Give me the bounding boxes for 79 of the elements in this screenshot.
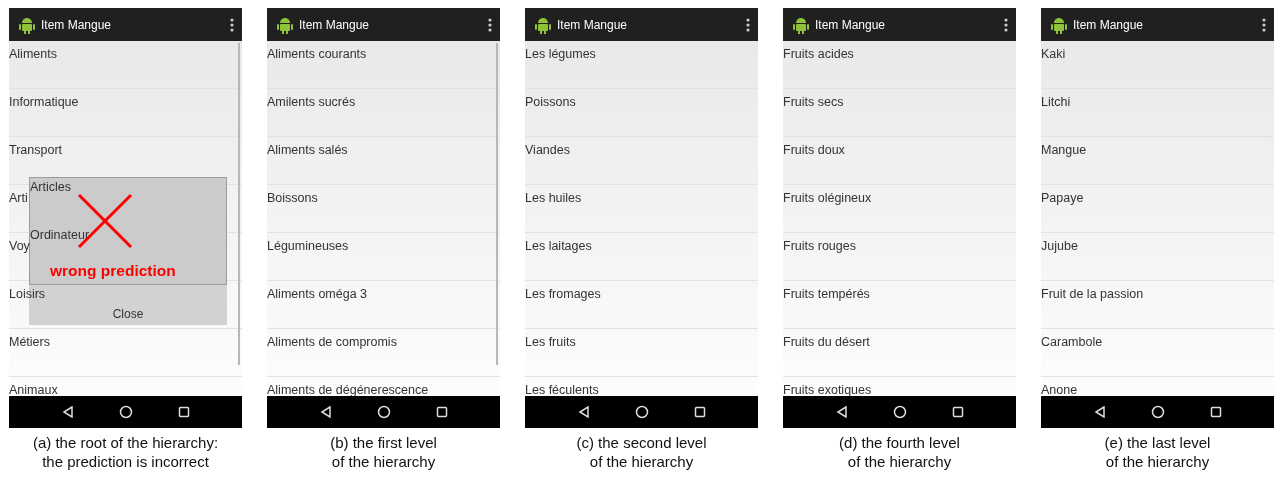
list-item[interactable]: Arti <box>9 191 28 205</box>
list-item[interactable]: Poissons <box>525 95 576 109</box>
list-item[interactable]: Voy <box>9 239 30 253</box>
dialog-item[interactable]: Articles <box>30 180 71 194</box>
overflow-menu-icon[interactable] <box>488 17 492 32</box>
home-icon[interactable] <box>376 405 391 419</box>
list-item[interactable]: Légumineuses <box>267 239 349 253</box>
home-icon[interactable] <box>634 405 649 419</box>
list-item[interactable]: Les fromages <box>525 287 601 301</box>
list-item[interactable]: Les légumes <box>525 47 596 61</box>
list-item[interactable]: Les laitages <box>525 239 592 253</box>
list-item[interactable]: Fruits exotiques <box>783 383 872 396</box>
list-item[interactable]: Les huiles <box>525 191 582 205</box>
list-item[interactable]: Fruits doux <box>783 143 845 157</box>
figure-caption: (a) the root of the hierarchy: the prediction is incorrect <box>31 433 220 471</box>
list-item[interactable]: Mangue <box>1041 143 1087 157</box>
list-item[interactable]: Fruits rouges <box>783 239 856 253</box>
list-item[interactable]: Aliments de dégénerescence <box>267 383 429 396</box>
list-item[interactable]: Boissons <box>267 191 318 205</box>
list-item[interactable]: Jujube <box>1041 239 1078 253</box>
list-item[interactable]: Fruits acides <box>783 47 854 61</box>
list-item[interactable]: Litchi <box>1041 95 1071 109</box>
list-item[interactable]: Transport <box>9 143 63 157</box>
recents-icon[interactable] <box>693 406 706 418</box>
app-title: Item Mangue <box>1073 17 1145 32</box>
recents-icon[interactable] <box>177 406 190 418</box>
recents-icon[interactable] <box>1209 406 1222 418</box>
android-icon <box>793 15 809 34</box>
list-item[interactable]: Amilents sucrés <box>267 95 356 109</box>
list-item[interactable]: Les féculents <box>525 383 599 396</box>
android-icon <box>277 15 293 34</box>
list-item[interactable]: Aliments courants <box>267 47 367 61</box>
android-icon <box>1051 15 1067 34</box>
list-item[interactable]: Fruit de la passion <box>1041 287 1144 301</box>
android-icon <box>19 15 35 34</box>
list-item[interactable]: Fruits secs <box>783 95 844 109</box>
figure-caption: (e) the last level of the hierarchy <box>1103 433 1212 471</box>
figure-caption: (c) the second level of the hierarchy <box>575 433 708 471</box>
annotation-text: wrong prediction <box>50 262 176 280</box>
list-item[interactable]: Aliments salés <box>267 143 348 157</box>
overflow-menu-icon[interactable] <box>1262 17 1266 32</box>
list-item[interactable]: Aliments <box>9 47 57 61</box>
back-icon[interactable] <box>835 406 848 418</box>
list-item[interactable]: Fruits tempérés <box>783 287 870 301</box>
list-item[interactable]: Fruits olégineux <box>783 191 872 205</box>
recents-icon[interactable] <box>435 406 448 418</box>
list-item[interactable]: Aliments de compromis <box>267 335 397 349</box>
recents-icon[interactable] <box>951 406 964 418</box>
back-icon[interactable] <box>577 406 590 418</box>
list-item[interactable]: Kaki <box>1041 47 1066 61</box>
app-title: Item Mangue <box>299 17 371 32</box>
figure-caption: (b) the first level of the hierarchy <box>329 433 438 471</box>
dialog-item[interactable]: Ordinateur <box>30 228 90 242</box>
back-icon[interactable] <box>1093 406 1106 418</box>
list-item[interactable]: Les fruits <box>525 335 576 349</box>
app-title: Item Mangue <box>41 17 113 32</box>
list-item[interactable]: Aliments oméga 3 <box>267 287 368 301</box>
home-icon[interactable] <box>118 405 133 419</box>
back-icon[interactable] <box>319 406 332 418</box>
overflow-menu-icon[interactable] <box>230 17 234 32</box>
list-item[interactable]: Anone <box>1041 383 1078 396</box>
list-item[interactable]: Loisirs <box>9 287 46 301</box>
list-item[interactable]: Informatique <box>9 95 79 109</box>
app-title: Item Mangue <box>557 17 629 32</box>
list-item[interactable]: Viandes <box>525 143 570 157</box>
android-icon <box>535 15 551 34</box>
figure-caption: (d) the fourth level of the hierarchy <box>838 433 961 471</box>
list-item[interactable]: Papaye <box>1041 191 1084 205</box>
app-title: Item Mangue <box>815 17 887 32</box>
list-item[interactable]: Fruits du désert <box>783 335 870 349</box>
overflow-menu-icon[interactable] <box>1004 17 1008 32</box>
back-icon[interactable] <box>61 406 74 418</box>
close-button[interactable]: Close <box>29 302 227 325</box>
list-item[interactable]: Métiers <box>9 335 50 349</box>
list-item[interactable]: Carambole <box>1041 335 1103 349</box>
home-icon[interactable] <box>892 405 907 419</box>
overflow-menu-icon[interactable] <box>746 17 750 32</box>
list-item[interactable]: Animaux <box>9 383 58 396</box>
home-icon[interactable] <box>1150 405 1165 419</box>
